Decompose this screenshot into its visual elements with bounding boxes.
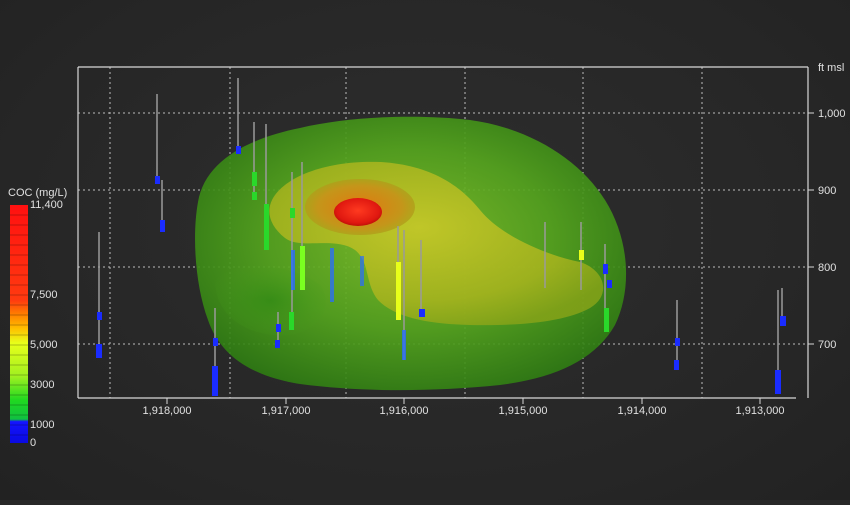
x-tick-label: 1,917,000 [262,405,311,417]
y-axis: ft msl 1,000 900 800 700 [808,62,846,351]
well-screen-blue [96,344,102,358]
well-screen-blue [775,370,781,394]
well-screen-green [290,208,295,218]
x-tick-label: 1,918,000 [143,405,192,417]
legend-label: 3000 [30,379,54,391]
well-screen-blue [275,340,280,348]
x-tick-label: 1,914,000 [618,405,667,417]
well-screen-blue [330,248,334,302]
legend-color-bar [10,205,28,443]
well-screen-blue [607,280,612,288]
legend-title: COC (mg/L) [8,187,67,199]
x-tick-label: 1,916,000 [380,405,429,417]
well-screen-blue [603,264,608,274]
well-screen-blue [155,176,160,184]
y-tick-label: 900 [818,185,836,197]
x-tick-label: 1,915,000 [499,405,548,417]
plume-visualization: ft msl 1,000 900 800 700 1,918,000 1,917,000… [0,0,850,500]
legend-labels: 11,400 7,500 5,000 3000 1000 0 [30,199,63,449]
well-screen-blue [213,338,218,346]
legend-label: 0 [30,437,36,449]
legend-label: 5,000 [30,339,58,351]
well-screen-green [252,192,257,200]
color-scale-legend: COC (mg/L) 11,400 7,500 5,000 3000 1000 0 [8,187,67,449]
well-screen-blue [675,338,680,346]
well-screen-yellow [579,250,584,260]
y-tick-label: 700 [818,339,836,351]
well-screen-green [300,246,305,290]
legend-label: 11,400 [30,199,63,211]
well-screen-green [604,308,609,332]
well-screen-blue [236,146,241,154]
well-screen-blue [419,309,425,317]
well-screen-blue [160,220,165,232]
well-screen-blue [402,330,406,360]
plume-body [195,116,627,391]
x-axis: 1,918,000 1,917,000 1,916,000 1,915,000 1,91… [143,398,785,417]
well-screen-blue [291,250,295,290]
well-screen-blue [674,360,679,370]
well-screen-blue [212,366,218,396]
legend-label: 7,500 [30,289,58,301]
well-screen-green [289,312,294,330]
y-tick-label: 1,000 [818,108,846,120]
y-axis-unit: ft msl [818,62,844,74]
well-screen-green [252,172,257,186]
well-screen-blue [276,324,281,332]
well-screen-blue [780,316,786,326]
well-screen-yellow [396,262,401,320]
well-screen-green [264,204,269,250]
well-screen-blue [97,312,102,320]
x-tick-label: 1,913,000 [736,405,785,417]
plume-diagram-canvas: ft msl 1,000 900 800 700 1,918,000 1,917,000… [8,62,846,449]
legend-label: 1000 [30,419,54,431]
plume-hot-core [334,198,382,226]
y-tick-label: 800 [818,262,836,274]
well-screen-blue [360,256,364,286]
